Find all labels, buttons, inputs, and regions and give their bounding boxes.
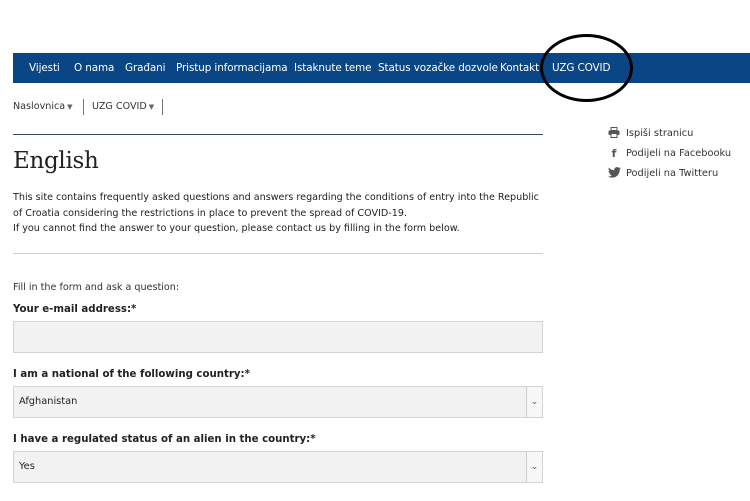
status-select-value: Yes [19,461,35,472]
chevron-down-icon: ▼ [67,103,73,111]
page-title: English [13,148,99,174]
intro-text: This site contains frequently asked ques… [13,190,548,237]
nav-item-status-vozacke-dozvole[interactable]: Status vozačke dozvole [378,53,498,83]
content-top-rule [13,134,543,135]
nav-item-istaknute-teme[interactable]: Istaknute teme [294,53,372,83]
breadcrumb-item-uzg-covid[interactable]: UZG COVID ▼ [92,99,154,115]
email-field[interactable] [13,321,543,353]
nav-item-gradani[interactable]: Građani [125,53,166,83]
nav-item-pristup-informacijama[interactable]: Pristup informacijama [176,53,288,83]
form-intro: Fill in the form and ask a question: [13,282,180,293]
twitter-icon [607,167,621,181]
share-facebook-label: Podijeli na Facebooku [626,148,732,159]
highlight-circle-annotation [540,34,633,102]
chevron-down-icon: ▼ [148,103,155,111]
country-select-value: Afghanistan [19,396,78,407]
breadcrumb-item-home[interactable]: Naslovnica ▼ [13,99,73,115]
status-label: I have a regulated status of an alien in… [13,434,316,445]
main-navigation: Vijesti O nama Građani Pristup informaci… [13,53,750,83]
nav-item-o-nama[interactable]: O nama [74,53,114,83]
breadcrumb-divider [83,99,84,115]
section-divider [13,253,543,254]
chevron-down-icon[interactable]: ⌄ [526,452,542,482]
nav-item-kontakt[interactable]: Kontakt [500,53,539,83]
print-page-label: Ispiši stranicu [626,128,694,139]
country-select[interactable]: Afghanistan ⌄ [13,386,543,418]
breadcrumb-divider [162,99,163,115]
country-label: I am a national of the following country… [13,369,250,380]
nav-item-vijesti[interactable]: Vijesti [29,53,60,83]
chevron-down-icon[interactable]: ⌄ [526,387,542,417]
status-select[interactable]: Yes ⌄ [13,451,543,483]
intro-paragraph: If you cannot find the answer to your qu… [13,223,460,234]
facebook-icon: f [611,147,617,160]
breadcrumb-label: UZG COVID [92,101,147,112]
printer-icon [607,127,621,141]
share-twitter-label: Podijeli na Twitteru [626,168,719,179]
intro-paragraph: This site contains frequently asked ques… [13,192,539,219]
email-label: Your e-mail address:* [13,304,137,315]
breadcrumb-label: Naslovnica [13,101,66,112]
